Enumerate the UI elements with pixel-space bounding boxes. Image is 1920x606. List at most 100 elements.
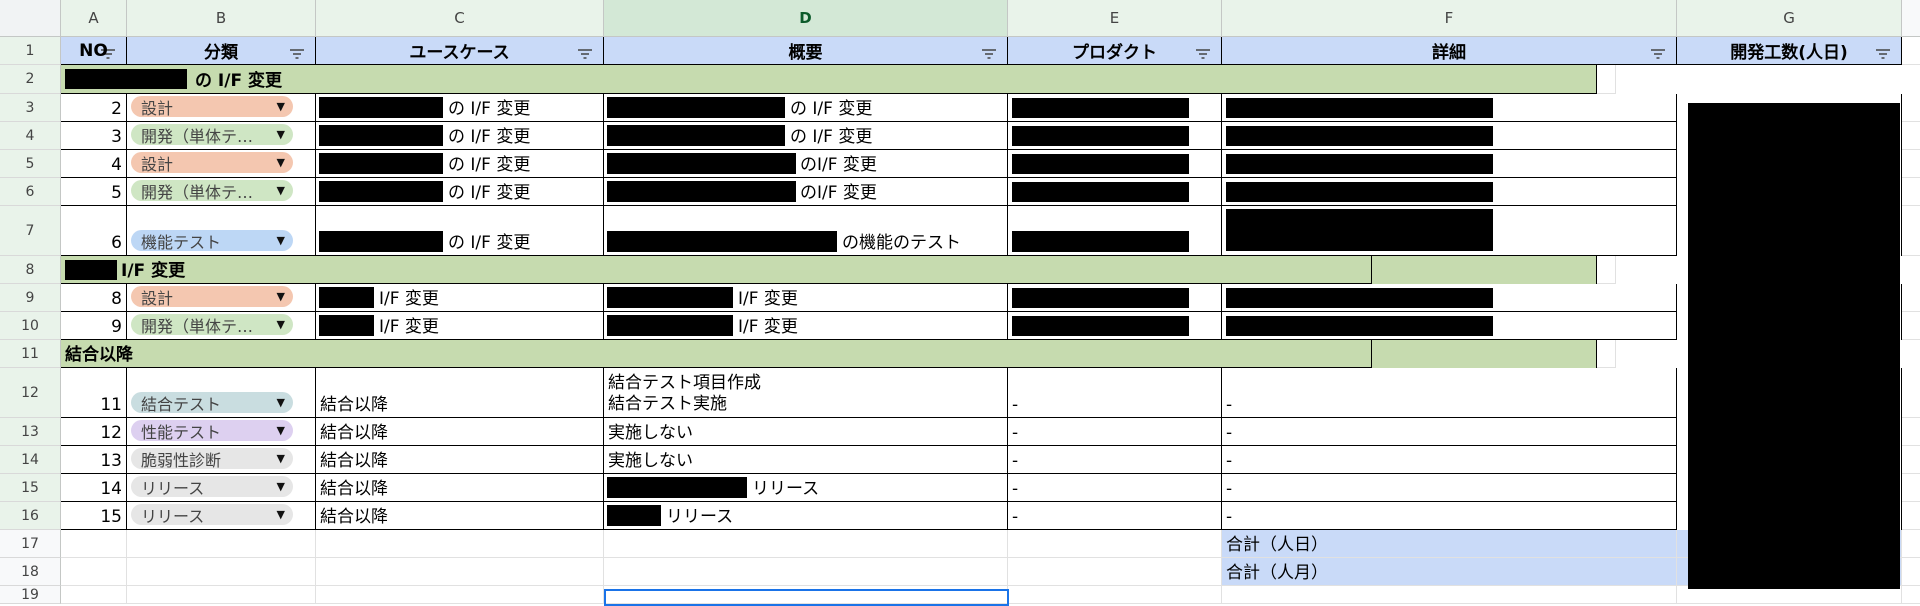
- no-cell[interactable]: 15: [61, 502, 127, 530]
- usecase-cell[interactable]: 結合以降: [316, 418, 604, 446]
- dropdown-arrow-icon[interactable]: ▼: [277, 396, 285, 409]
- column-header-d[interactable]: D: [604, 0, 1008, 37]
- detail-cell[interactable]: [1222, 206, 1677, 256]
- category-cell[interactable]: 開発（単体テ… ▼: [127, 312, 316, 340]
- overview-cell[interactable]: 結合テスト項目作成 結合テスト実施: [604, 368, 1008, 418]
- filter-icon[interactable]: [981, 48, 997, 60]
- effort-cell[interactable]: [1372, 256, 1597, 284]
- category-cell[interactable]: 結合テスト ▼: [127, 368, 316, 418]
- no-cell[interactable]: 4: [61, 150, 127, 178]
- cell[interactable]: [1902, 312, 1920, 340]
- dropdown-arrow-icon[interactable]: ▼: [277, 508, 285, 521]
- header-cell-usecase[interactable]: ユースケース: [316, 37, 604, 65]
- cell[interactable]: [1902, 530, 1920, 558]
- row-header[interactable]: 9: [0, 284, 61, 312]
- detail-cell[interactable]: -: [1222, 502, 1677, 530]
- header-cell-category[interactable]: 分類: [127, 37, 316, 65]
- category-cell[interactable]: 性能テスト ▼: [127, 418, 316, 446]
- product-cell[interactable]: [1008, 150, 1222, 178]
- product-cell[interactable]: [1008, 284, 1222, 312]
- filter-icon[interactable]: [1875, 48, 1891, 60]
- header-cell-effort[interactable]: 開発工数(人日): [1677, 37, 1902, 65]
- cell[interactable]: [1597, 340, 1616, 368]
- column-header-a[interactable]: A: [61, 0, 127, 37]
- overview-cell[interactable]: の I/F 変更: [604, 94, 1008, 122]
- row-header[interactable]: 15: [0, 474, 61, 502]
- category-chip[interactable]: 機能テスト ▼: [131, 230, 293, 252]
- row-header[interactable]: 2: [0, 65, 61, 94]
- overview-cell[interactable]: 実施しない: [604, 446, 1008, 474]
- cell[interactable]: [1008, 586, 1222, 604]
- overview-cell[interactable]: の I/F 変更: [604, 122, 1008, 150]
- category-cell[interactable]: 脆弱性診断 ▼: [127, 446, 316, 474]
- detail-cell[interactable]: -: [1222, 418, 1677, 446]
- category-cell[interactable]: 機能テスト ▼: [127, 206, 316, 256]
- cell[interactable]: [316, 558, 604, 586]
- overview-cell[interactable]: のI/F 変更: [604, 178, 1008, 206]
- cell[interactable]: [1902, 150, 1920, 178]
- usecase-cell[interactable]: 結合以降: [316, 446, 604, 474]
- row-header[interactable]: 19: [0, 586, 61, 604]
- usecase-cell[interactable]: の I/F 変更: [316, 150, 604, 178]
- category-chip[interactable]: 設計 ▼: [131, 96, 293, 118]
- usecase-cell[interactable]: の I/F 変更: [316, 94, 604, 122]
- usecase-cell[interactable]: 結合以降: [316, 368, 604, 418]
- detail-cell[interactable]: [1222, 312, 1677, 340]
- overview-cell[interactable]: リリース: [604, 474, 1008, 502]
- active-cell-selection[interactable]: [604, 589, 1009, 606]
- dropdown-arrow-icon[interactable]: ▼: [277, 128, 285, 141]
- usecase-cell[interactable]: I/F 変更: [316, 312, 604, 340]
- cell[interactable]: [1008, 558, 1222, 586]
- cell[interactable]: [1902, 94, 1920, 122]
- category-chip[interactable]: 開発（単体テ… ▼: [131, 314, 293, 336]
- dropdown-arrow-icon[interactable]: ▼: [277, 480, 285, 493]
- overview-cell[interactable]: I/F 変更: [604, 312, 1008, 340]
- cell[interactable]: [316, 586, 604, 604]
- cell[interactable]: [1902, 558, 1920, 586]
- row-header[interactable]: 18: [0, 558, 61, 586]
- no-cell[interactable]: 12: [61, 418, 127, 446]
- cell[interactable]: [1597, 256, 1616, 284]
- usecase-cell[interactable]: 結合以降: [316, 474, 604, 502]
- no-cell[interactable]: 14: [61, 474, 127, 502]
- detail-cell[interactable]: [1222, 122, 1677, 150]
- dropdown-arrow-icon[interactable]: ▼: [277, 234, 285, 247]
- select-all-corner[interactable]: [0, 0, 61, 37]
- row-header[interactable]: 5: [0, 150, 61, 178]
- filter-icon[interactable]: [289, 48, 305, 60]
- header-cell-no[interactable]: NO: [61, 37, 127, 65]
- category-cell[interactable]: 開発（単体テ… ▼: [127, 122, 316, 150]
- cell[interactable]: [604, 558, 1008, 586]
- category-chip[interactable]: 結合テスト ▼: [131, 392, 293, 414]
- no-cell[interactable]: 11: [61, 368, 127, 418]
- cell[interactable]: [1902, 206, 1920, 256]
- effort-cell[interactable]: [1372, 340, 1597, 368]
- category-chip[interactable]: リリース ▼: [131, 476, 293, 498]
- product-cell[interactable]: [1008, 122, 1222, 150]
- no-cell[interactable]: 9: [61, 312, 127, 340]
- cell[interactable]: [61, 586, 127, 604]
- section-cell[interactable]: 結合以降: [61, 340, 1372, 368]
- detail-cell[interactable]: [1222, 178, 1677, 206]
- dropdown-arrow-icon[interactable]: ▼: [277, 318, 285, 331]
- row-header[interactable]: 17: [0, 530, 61, 558]
- category-cell[interactable]: リリース ▼: [127, 474, 316, 502]
- product-cell[interactable]: -: [1008, 446, 1222, 474]
- column-header-b[interactable]: B: [127, 0, 316, 37]
- category-cell[interactable]: 設計 ▼: [127, 284, 316, 312]
- dropdown-arrow-icon[interactable]: ▼: [277, 452, 285, 465]
- total-months-label[interactable]: 合計（人月）: [1222, 558, 1677, 586]
- cell[interactable]: [1902, 178, 1920, 206]
- product-cell[interactable]: -: [1008, 368, 1222, 418]
- cell[interactable]: [127, 558, 316, 586]
- cell[interactable]: [1902, 368, 1920, 418]
- category-chip[interactable]: 開発（単体テ… ▼: [131, 124, 293, 146]
- row-header[interactable]: 14: [0, 446, 61, 474]
- detail-cell[interactable]: [1222, 150, 1677, 178]
- cell[interactable]: [1902, 37, 1920, 65]
- cell[interactable]: [1902, 122, 1920, 150]
- column-header-c[interactable]: C: [316, 0, 604, 37]
- row-header[interactable]: 8: [0, 256, 61, 284]
- column-header-h[interactable]: [1902, 0, 1920, 37]
- row-header[interactable]: 11: [0, 340, 61, 368]
